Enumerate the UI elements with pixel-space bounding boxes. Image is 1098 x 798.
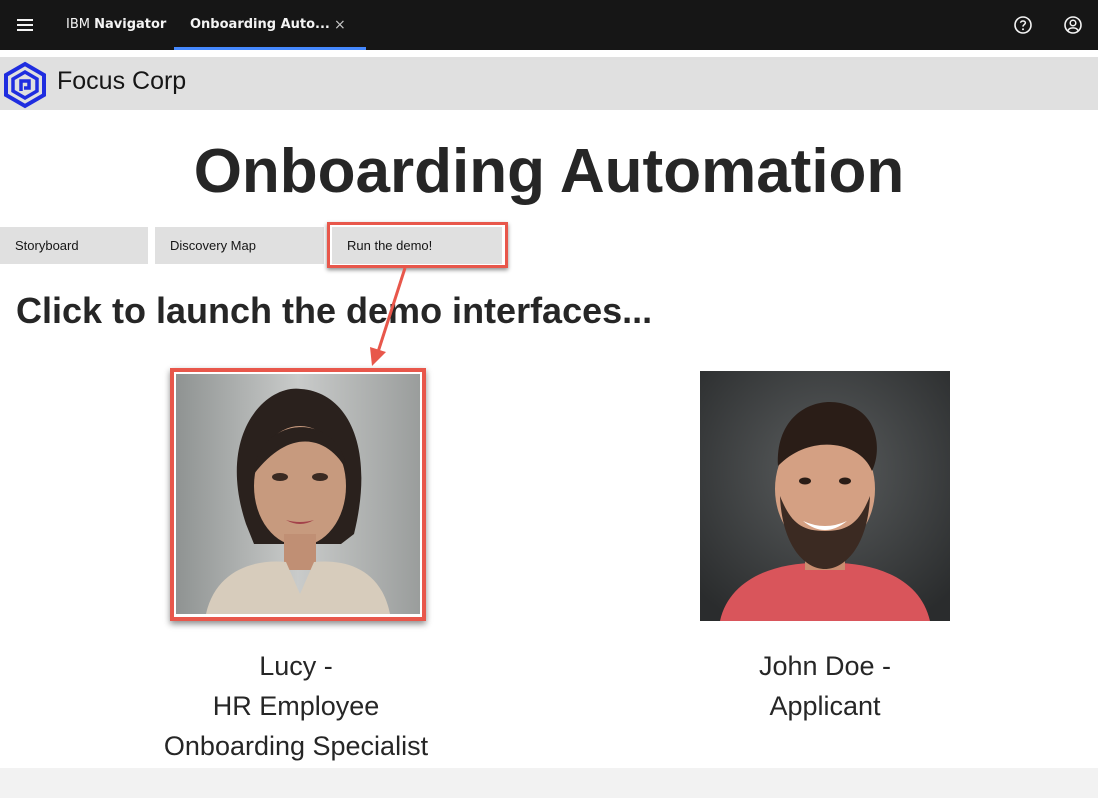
- company-name: Focus Corp: [57, 67, 187, 95]
- john-role: Applicant: [769, 691, 881, 721]
- lucy-portrait-image: [176, 374, 420, 614]
- john-caption: John Doe - Applicant: [625, 646, 1025, 726]
- close-icon[interactable]: ×: [334, 0, 346, 50]
- hamburger-menu-icon[interactable]: [14, 14, 36, 36]
- tab-active-indicator: [174, 47, 366, 50]
- page-footer: [0, 768, 1098, 798]
- brand-name: Navigator: [94, 17, 167, 32]
- john-name: John Doe -: [758, 651, 892, 681]
- page-title: Onboarding Automation: [193, 137, 905, 206]
- john-portrait-image: [700, 371, 950, 621]
- company-banner: Focus Corp: [0, 57, 1098, 110]
- highlight-box-run-demo: [327, 222, 508, 268]
- lucy-role: HR Employee: [212, 691, 380, 721]
- john-photo[interactable]: [700, 371, 950, 621]
- tab-onboarding-automation[interactable]: Onboarding Auto... ×: [174, 0, 366, 50]
- lucy-caption: Lucy - HR Employee Onboarding Specialist: [96, 646, 496, 766]
- discovery-map-button[interactable]: Discovery Map: [155, 227, 324, 264]
- app-brand[interactable]: IBM Navigator: [66, 0, 166, 50]
- lucy-name: Lucy -: [259, 651, 333, 681]
- user-avatar-icon[interactable]: [1063, 15, 1083, 35]
- brand-prefix: IBM: [66, 17, 90, 32]
- focus-corp-logo-icon: [4, 61, 46, 109]
- lucy-role-detail: Onboarding Specialist: [163, 731, 429, 761]
- storyboard-button[interactable]: Storyboard: [0, 227, 148, 264]
- help-circle-icon[interactable]: [1013, 15, 1033, 35]
- lucy-photo[interactable]: [176, 374, 420, 614]
- shell-header: IBM Navigator Onboarding Auto... ×: [0, 0, 1098, 50]
- section-heading: Click to launch the demo interfaces...: [16, 290, 653, 331]
- tab-label: Onboarding Auto...: [190, 17, 330, 32]
